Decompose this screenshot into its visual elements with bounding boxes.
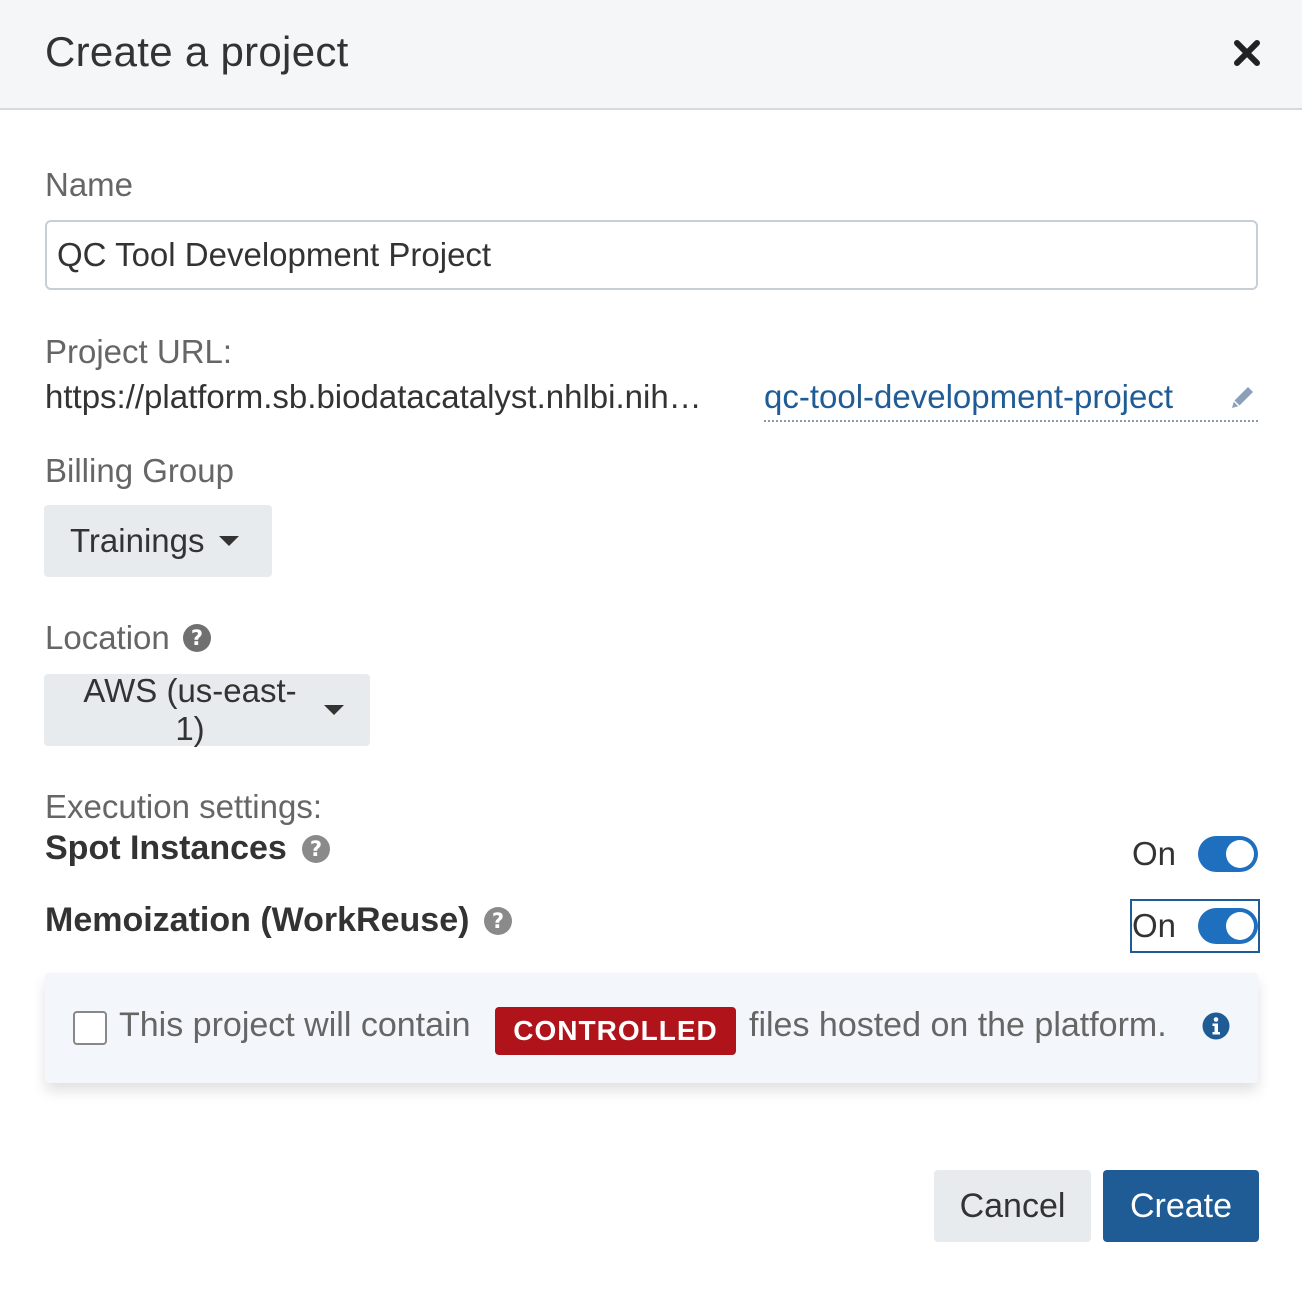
toggle-knob (1226, 840, 1254, 868)
location-label-row: Location ? (45, 619, 212, 657)
toggle-switch[interactable] (1198, 836, 1258, 872)
memoization-state: On (1131, 907, 1176, 944)
billing-group-label: Billing Group (45, 452, 234, 489)
controlled-text-before: This project will contain (119, 1006, 471, 1044)
memoization-label: Memoization (WorkReuse) (45, 901, 470, 939)
name-label: Name (45, 166, 134, 203)
memoization-row: Memoization (WorkReuse) ? On (45, 899, 1261, 953)
dialog-title: Create a project (45, 28, 349, 75)
pencil-icon[interactable] (1228, 382, 1258, 412)
close-button[interactable] (1229, 35, 1265, 71)
controlled-files-panel: This project will contain CONTROLLED fil… (45, 973, 1258, 1083)
controlled-text-after: files hosted on the platform. (749, 1006, 1167, 1044)
help-icon[interactable]: ? (483, 906, 513, 936)
execution-settings-label: Execution settings: (45, 788, 322, 825)
create-button[interactable]: Create (1103, 1170, 1259, 1242)
create-project-dialog: Create a project Name Project URL: https… (0, 0, 1302, 1297)
toggle-knob (1226, 912, 1254, 940)
dialog-header: Create a project (0, 0, 1302, 110)
help-icon[interactable]: ? (182, 623, 212, 653)
project-url-slug-editable[interactable]: qc-tool-development-project (764, 378, 1258, 422)
spot-instances-label-row: Spot Instances ? (45, 829, 331, 868)
spot-instances-label: Spot Instances (45, 829, 287, 867)
project-url-row: https://platform.sb.biodatacatalyst.nhlb… (45, 378, 1258, 424)
location-dropdown[interactable]: AWS (us-east-1) (44, 672, 370, 747)
caret-down-icon (324, 705, 344, 715)
toggle-switch[interactable] (1198, 908, 1258, 944)
close-icon (1234, 40, 1260, 66)
project-url-slug: qc-tool-development-project (764, 378, 1174, 415)
billing-group-dropdown[interactable]: Trainings (44, 505, 272, 577)
controlled-badge: CONTROLLED (495, 1007, 736, 1055)
spot-instances-row: Spot Instances ? On (45, 829, 1258, 879)
svg-text:?: ? (492, 909, 504, 933)
project-name-input[interactable] (45, 220, 1258, 290)
billing-group-value: Trainings (70, 522, 205, 559)
location-label: Location (45, 619, 170, 656)
location-value: AWS (us-east-1) (83, 672, 297, 747)
help-icon[interactable]: ? (301, 834, 331, 864)
controlled-files-checkbox[interactable] (73, 1011, 107, 1045)
svg-text:?: ? (310, 837, 322, 861)
svg-text:?: ? (191, 626, 203, 650)
cancel-button[interactable]: Cancel (934, 1170, 1091, 1242)
project-url-base: https://platform.sb.biodatacatalyst.nhlb… (45, 378, 702, 415)
memoization-label-row: Memoization (WorkReuse) ? (45, 901, 513, 940)
spot-instances-state: On (1131, 835, 1176, 872)
info-icon[interactable] (1202, 1012, 1230, 1040)
caret-down-icon (218, 536, 239, 546)
spot-instances-toggle[interactable]: On (1132, 829, 1258, 879)
project-url-label: Project URL: (45, 333, 233, 370)
memoization-toggle[interactable]: On (1129, 899, 1261, 953)
